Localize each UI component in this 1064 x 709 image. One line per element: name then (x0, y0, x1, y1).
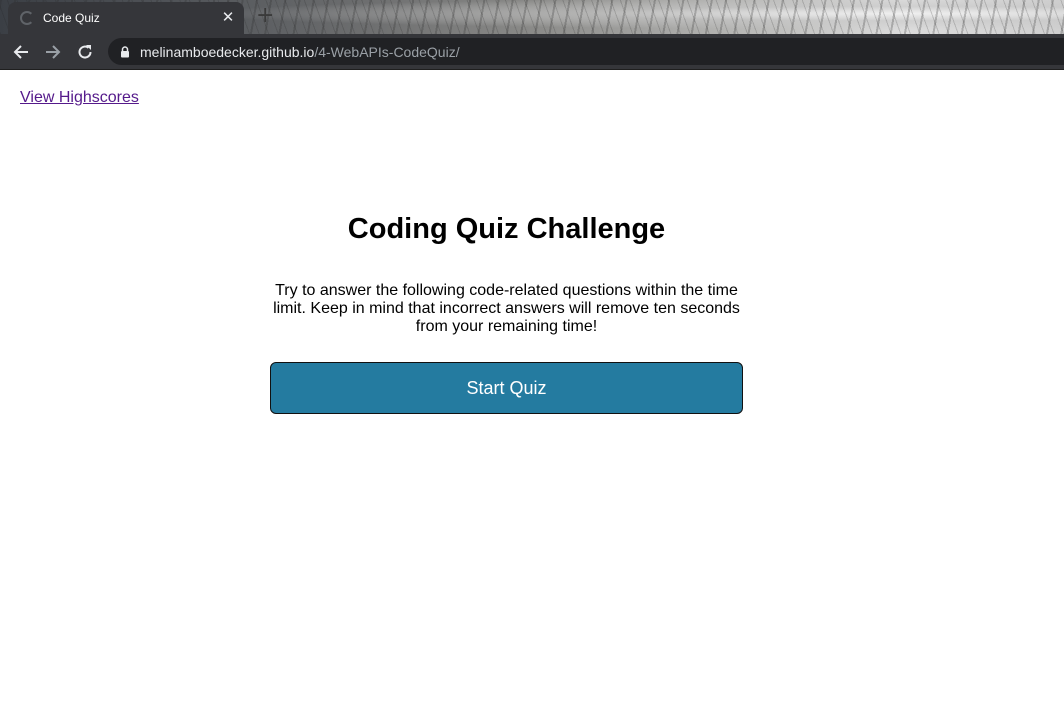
url-host: melinamboedecker.github.io (140, 43, 315, 60)
browser-tab[interactable]: Code Quiz ✕ (8, 2, 244, 34)
forward-button[interactable] (42, 41, 64, 63)
page-content: View Highscores Coding Quiz Challenge Tr… (0, 70, 1064, 709)
tab-strip: Code Quiz ✕ + (0, 0, 1064, 34)
reload-icon (78, 45, 92, 59)
tab-title: Code Quiz (43, 11, 100, 25)
favicon-loading-icon (20, 11, 34, 25)
quiz-description: Try to answer the following code-related… (273, 282, 740, 335)
close-tab-icon[interactable]: ✕ (220, 10, 236, 26)
forward-arrow-icon (46, 45, 61, 59)
reload-button[interactable] (74, 41, 96, 63)
start-quiz-button[interactable]: Start Quiz (270, 362, 743, 414)
url-path: /4-WebAPIs-CodeQuiz/ (314, 43, 460, 60)
address-bar[interactable]: melinamboedecker.github.io/4-WebAPIs-Cod… (108, 38, 1064, 65)
page-title: Coding Quiz Challenge (347, 213, 666, 245)
lock-icon[interactable] (120, 45, 130, 58)
view-highscores-link[interactable]: View Highscores (20, 89, 139, 107)
new-tab-button[interactable]: + (256, 5, 274, 27)
browser-toolbar: melinamboedecker.github.io/4-WebAPIs-Cod… (0, 34, 1064, 70)
back-button[interactable] (10, 41, 32, 63)
back-arrow-icon (13, 45, 28, 59)
